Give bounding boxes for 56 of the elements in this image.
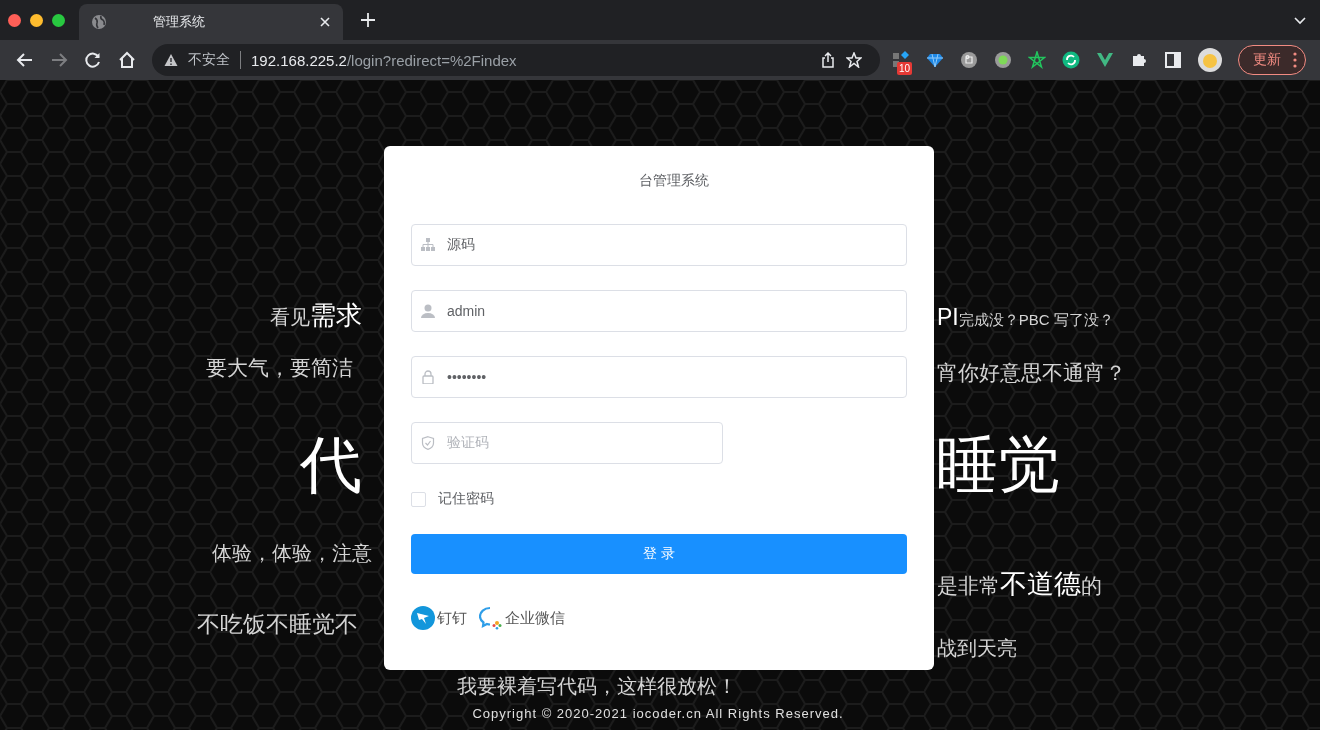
avatar-icon[interactable] bbox=[1198, 48, 1222, 72]
org-chart-icon bbox=[421, 238, 435, 252]
sync-arrows-icon[interactable] bbox=[1062, 51, 1080, 69]
back-arrow-icon[interactable] bbox=[16, 51, 34, 69]
puzzle-icon[interactable] bbox=[1130, 51, 1148, 69]
user-icon bbox=[421, 304, 435, 318]
close-icon[interactable] bbox=[319, 16, 331, 28]
slogan-text: PI完成没？PBC 写了没？ bbox=[937, 304, 1114, 332]
shield-icon bbox=[421, 436, 435, 450]
remember-checkbox[interactable] bbox=[411, 491, 426, 507]
slogan-text: 是非常不道德的 bbox=[937, 568, 1102, 601]
slogan-text: 睡觉 bbox=[936, 429, 1060, 501]
sidebar-icon[interactable] bbox=[1164, 51, 1182, 69]
slogan-text: 代 bbox=[300, 429, 362, 501]
slogan-text: 看见需求 bbox=[270, 300, 362, 332]
lock-icon bbox=[421, 370, 435, 384]
address-bar[interactable]: 不安全 192.168.225.2/login?redirect=%2Findex bbox=[152, 44, 880, 76]
security-label: 不安全 bbox=[188, 51, 230, 69]
globe-icon bbox=[91, 14, 107, 30]
zoom-window-icon[interactable] bbox=[52, 13, 65, 27]
v-logo-icon[interactable] bbox=[1096, 51, 1114, 69]
plus-icon[interactable] bbox=[360, 12, 376, 28]
warning-icon bbox=[164, 53, 178, 67]
input-field[interactable]: admin bbox=[411, 290, 907, 332]
slogan-text: 体验，体验，注意 bbox=[212, 541, 372, 565]
chat-bubble-icon[interactable] bbox=[479, 606, 503, 630]
home-icon[interactable] bbox=[118, 51, 136, 69]
url-text: 192.168.225.2/login?redirect=%2Findex bbox=[251, 51, 517, 69]
input-field[interactable]: 源码 bbox=[411, 224, 907, 266]
minimize-window-icon[interactable] bbox=[30, 13, 43, 27]
login-title: 台管理系统 bbox=[639, 172, 709, 190]
star-icon[interactable] bbox=[846, 52, 862, 68]
slogan-text: 我要裸着写代码，这样很放松！ bbox=[457, 674, 737, 698]
slogan-text: 要大气，要简洁 bbox=[206, 355, 353, 381]
update-button[interactable]: 更新 bbox=[1238, 45, 1306, 75]
extension-badge: 10 bbox=[897, 62, 913, 75]
kebab-menu-icon[interactable] bbox=[1293, 52, 1297, 68]
gem-icon[interactable] bbox=[926, 51, 944, 69]
paper-plane-icon[interactable] bbox=[411, 606, 435, 630]
pentagram-icon[interactable] bbox=[1028, 51, 1046, 69]
remember-label: 记住密码 bbox=[438, 490, 494, 508]
tab-title: 管理系统 bbox=[152, 13, 206, 31]
close-window-icon[interactable] bbox=[8, 13, 21, 27]
share-icon[interactable] bbox=[820, 52, 836, 68]
browser-tab[interactable]: 管理系统 bbox=[79, 4, 343, 40]
chevron-down-icon[interactable] bbox=[1294, 14, 1306, 26]
copyright-text: Copyright © 2020-2021 iocoder.cn All Rights Reserved. bbox=[471, 706, 845, 721]
slogan-text: 战到天亮 bbox=[937, 636, 1017, 660]
slogan-text: 宵你好意思不通宵？ bbox=[937, 360, 1126, 386]
circle-dot-icon[interactable] bbox=[994, 51, 1012, 69]
login-option-link[interactable]: 企业微信 bbox=[505, 608, 565, 628]
reload-icon[interactable] bbox=[84, 51, 102, 69]
slogan-text: 不吃饭不睡觉不 bbox=[197, 611, 358, 639]
login-option-link[interactable]: 钉钉 bbox=[437, 608, 467, 628]
forward-arrow-icon[interactable] bbox=[50, 51, 68, 69]
input-field[interactable]: •••••••• bbox=[411, 356, 907, 398]
